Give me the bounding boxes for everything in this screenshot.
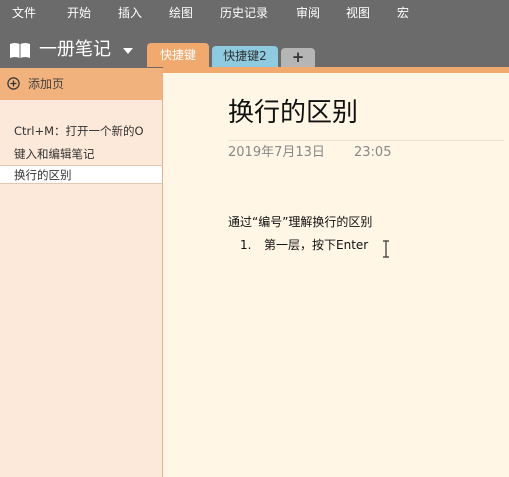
menu-history[interactable]: 历史记录 [220, 0, 268, 26]
menu-macro[interactable]: 宏 [397, 0, 409, 26]
page-preview-line-2[interactable]: 键入和编辑笔记 [14, 146, 95, 162]
menu-review[interactable]: 审阅 [296, 0, 320, 26]
menu-home[interactable]: 开始 [67, 0, 91, 26]
list-item-number: 1. [240, 238, 252, 252]
list-item-text[interactable]: 第一层，按下Enter [264, 236, 368, 254]
page-item-label: 换行的区别 [14, 168, 72, 182]
page-item-selected[interactable]: 换行的区别 [0, 165, 162, 184]
add-page-label: 添加页 [28, 77, 65, 91]
menu-view[interactable]: 视图 [346, 0, 370, 26]
page-time: 23:05 [354, 145, 392, 160]
note-body-line[interactable]: 通过“编号”理解换行的区别 [228, 213, 372, 231]
text-cursor-icon [383, 240, 389, 258]
page-preview-line-1[interactable]: Ctrl+M：打开一个新的O [14, 123, 144, 139]
tab-shortcuts-2[interactable]: 快捷键2 [212, 46, 278, 67]
add-page-button[interactable]: 添加页 [0, 68, 162, 100]
menu-bar: 文件 开始 插入 绘图 历史记录 审阅 视图 宏 [0, 0, 509, 26]
notebook-icon [10, 43, 30, 58]
plus-circle-icon [7, 77, 20, 90]
page-title[interactable]: 换行的区别 [228, 96, 358, 130]
menu-file[interactable]: 文件 [12, 0, 36, 26]
page-date: 2019年7月13日 [228, 145, 325, 160]
menu-insert[interactable]: 插入 [118, 0, 142, 26]
chevron-down-icon[interactable] [123, 48, 133, 54]
add-section-button[interactable]: + [281, 48, 315, 67]
menu-draw[interactable]: 绘图 [169, 0, 193, 26]
note-canvas[interactable] [164, 73, 509, 477]
title-divider [228, 140, 504, 141]
notebook-name[interactable]: 一册笔记 [39, 39, 111, 61]
page-list: 添加页 Ctrl+M：打开一个新的O 键入和编辑笔记 换行的区别 [0, 68, 163, 477]
tab-shortcuts[interactable]: 快捷键 [147, 43, 209, 67]
